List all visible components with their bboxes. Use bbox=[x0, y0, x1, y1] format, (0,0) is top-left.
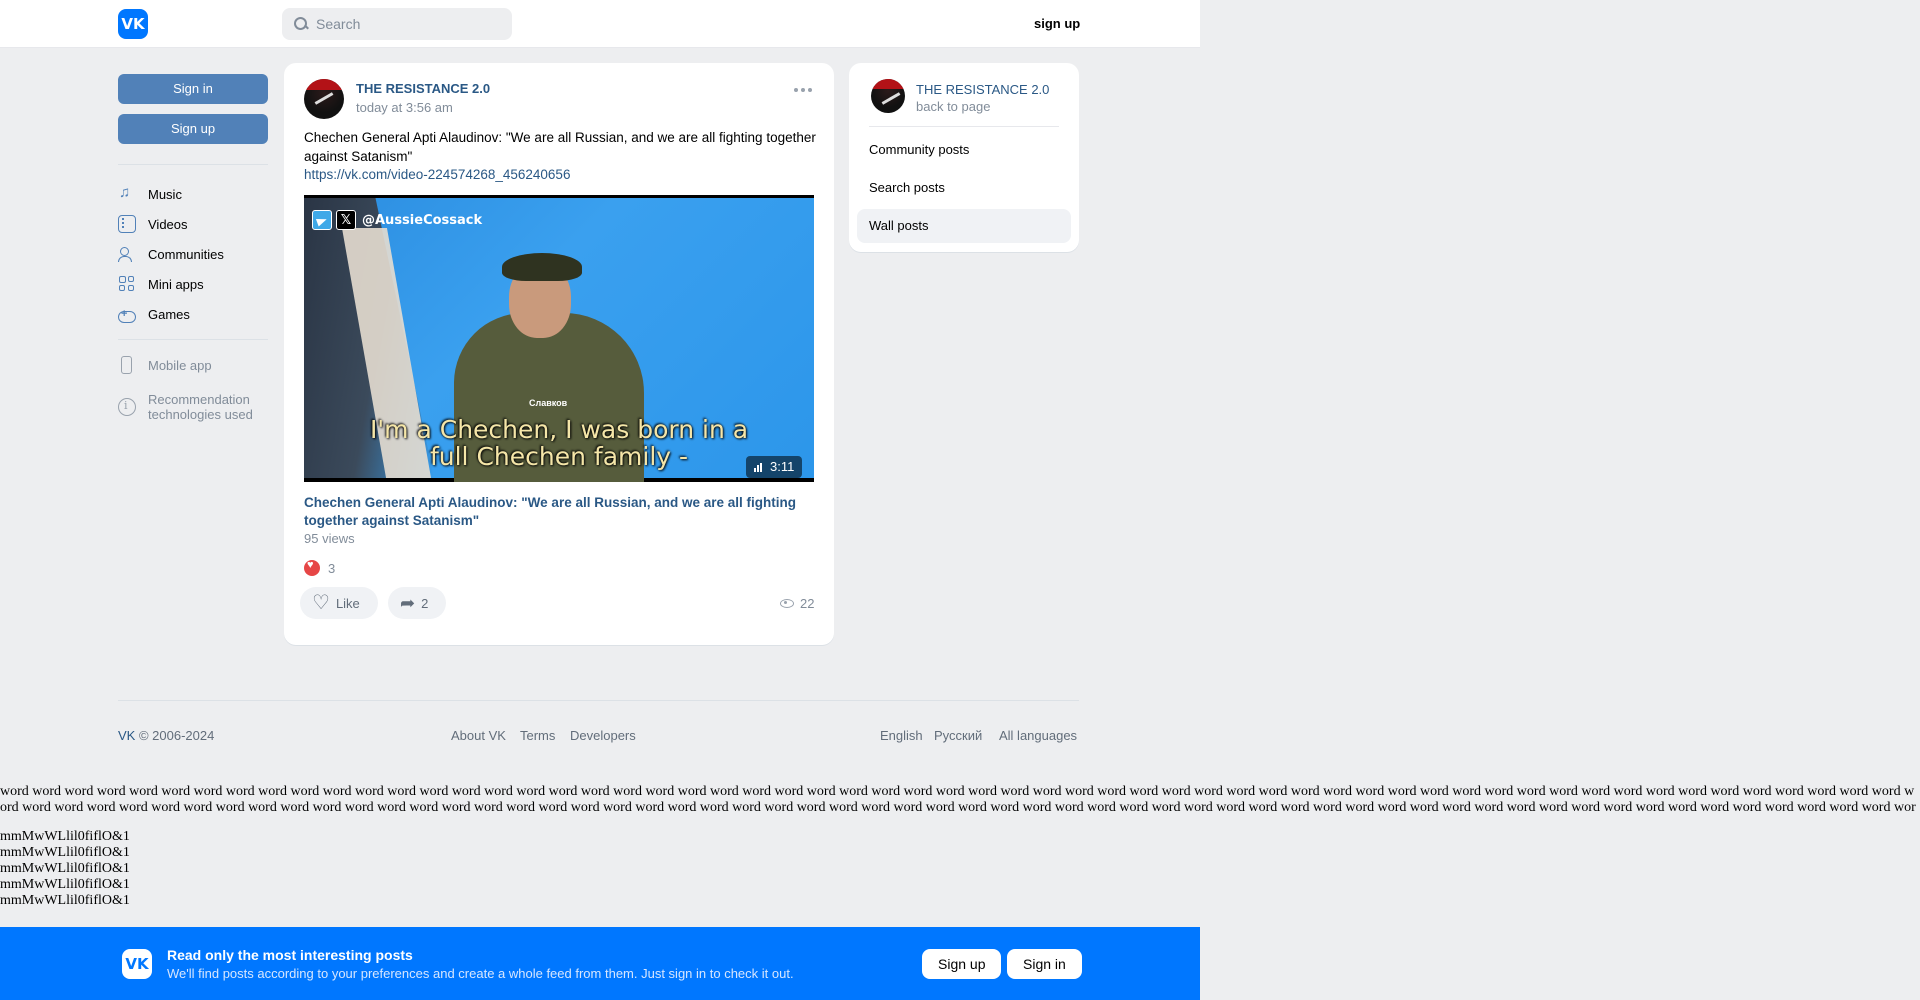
post-author[interactable]: THE RESISTANCE 2.0 bbox=[356, 81, 490, 96]
apps-icon bbox=[118, 275, 136, 293]
footer-vk-link[interactable]: VK bbox=[118, 728, 135, 743]
sidebar-item-label: Games bbox=[148, 306, 190, 322]
sidebar-divider bbox=[118, 339, 268, 340]
telegram-icon bbox=[312, 210, 332, 230]
vk-logo[interactable]: VK bbox=[118, 9, 148, 39]
gamepad-icon bbox=[118, 308, 136, 323]
reco-label: Recommendation technologies used bbox=[148, 392, 253, 422]
reactions-count: 3 bbox=[328, 560, 336, 576]
more-options-icon[interactable] bbox=[794, 88, 812, 94]
post-text: Chechen General Apti Alaudinov: "We are … bbox=[304, 130, 816, 164]
community-avatar[interactable] bbox=[871, 79, 905, 113]
sidebar-item-videos[interactable]: Videos bbox=[118, 209, 268, 239]
sidebar-item-label: Music bbox=[148, 186, 182, 202]
search-input[interactable] bbox=[316, 16, 496, 32]
glyph-line: mmMwWLlil0fiflO&1 bbox=[0, 845, 130, 860]
reactions-summary[interactable]: 3 bbox=[304, 559, 336, 576]
sidebar-item-mobile-app[interactable]: Mobile app bbox=[118, 350, 268, 380]
sign-in-button[interactable]: Sign in bbox=[118, 74, 268, 104]
reco-line-1: Recommendation bbox=[148, 392, 250, 407]
back-to-page-link[interactable]: back to page bbox=[916, 99, 990, 114]
copyright-text: © 2006-2024 bbox=[135, 728, 215, 743]
video-icon bbox=[118, 215, 136, 233]
music-icon bbox=[118, 184, 136, 203]
community-name-link[interactable]: THE RESISTANCE 2.0 bbox=[916, 82, 1049, 97]
footer-copyright: VK © 2006-2024 bbox=[118, 728, 214, 743]
like-button[interactable]: ♡ Like bbox=[300, 587, 378, 619]
glyph-line: mmMwWLlil0fiflO&1 bbox=[0, 861, 130, 876]
video-duration-badge: 3:11 bbox=[746, 456, 803, 478]
heart-outline-icon: ♡ bbox=[312, 592, 330, 614]
panel-divider bbox=[869, 126, 1059, 127]
banner-title: Read only the most interesting posts bbox=[167, 947, 413, 963]
right-panel: THE RESISTANCE 2.0 back to page Communit… bbox=[849, 63, 1079, 252]
menu-item-search-posts[interactable]: Search posts bbox=[857, 171, 1071, 205]
signin-promo-banner: VK Read only the most interesting posts … bbox=[0, 927, 1200, 1000]
video-brand-mark: Славков bbox=[529, 398, 568, 408]
post-link[interactable]: https://vk.com/video-224574268_456240656 bbox=[304, 167, 570, 182]
sidebar-item-label: Mobile app bbox=[148, 357, 212, 373]
banner-subtitle: We'll find posts according to your prefe… bbox=[167, 966, 794, 981]
like-label: Like bbox=[335, 595, 360, 611]
phone-icon bbox=[121, 356, 132, 374]
test-glyph-lines: mmMwWLlil0fiflO&1 mmMwWLlil0fiflO&1 mmMw… bbox=[0, 829, 130, 909]
menu-item-wall-posts[interactable]: Wall posts bbox=[857, 209, 1071, 243]
bars-icon bbox=[754, 462, 762, 472]
sidebar-item-mini-apps[interactable]: Mini apps bbox=[118, 269, 268, 299]
glyph-line: mmMwWLlil0fiflO&1 bbox=[0, 893, 130, 908]
sidebar-item-games[interactable]: Games bbox=[118, 299, 268, 329]
search-icon bbox=[294, 17, 308, 31]
vk-logo: VK bbox=[122, 949, 152, 979]
share-icon: ➦ bbox=[400, 592, 416, 613]
footer-developers-link[interactable]: Developers bbox=[570, 728, 636, 743]
sidebar-item-label: Videos bbox=[148, 216, 188, 232]
share-button[interactable]: ➦ 2 bbox=[388, 587, 446, 619]
x-icon: 𝕏 bbox=[336, 210, 356, 230]
footer-divider bbox=[118, 700, 1079, 701]
banner-signup-button[interactable]: Sign up bbox=[922, 949, 1002, 979]
test-word-text: word word word word word word word word … bbox=[0, 784, 1916, 815]
recommendation-technologies-link[interactable]: Recommendation technologies used bbox=[118, 392, 268, 422]
footer-lang-english[interactable]: English bbox=[880, 728, 923, 743]
video-duration: 3:11 bbox=[770, 459, 795, 474]
menu-item-community-posts[interactable]: Community posts bbox=[857, 133, 1071, 167]
footer-terms-link[interactable]: Terms bbox=[520, 728, 555, 743]
footer-lang-russian[interactable]: Русский bbox=[934, 728, 982, 743]
subtitle-line-1: I'm a Chechen, I was born in a bbox=[369, 415, 749, 444]
left-sidebar: Sign in Sign up Music Videos Communities… bbox=[118, 74, 268, 422]
footer-all-languages[interactable]: All languages bbox=[999, 728, 1077, 743]
share-count: 2 bbox=[421, 595, 429, 611]
views-count: 22 bbox=[800, 596, 815, 611]
sidebar-item-label: Communities bbox=[148, 246, 224, 262]
sidebar-item-label: Mini apps bbox=[148, 276, 204, 292]
video-title[interactable]: Chechen General Apti Alaudinov: "We are … bbox=[304, 494, 804, 530]
search-box[interactable] bbox=[282, 8, 512, 40]
banner-signin-button[interactable]: Sign in bbox=[1007, 949, 1082, 979]
wall-post: THE RESISTANCE 2.0 today at 3:56 am Chec… bbox=[284, 63, 834, 645]
video-watermark: 𝕏 @AussieCossack bbox=[312, 210, 482, 230]
watermark-handle: @AussieCossack bbox=[362, 212, 483, 228]
footer-about-link[interactable]: About VK bbox=[451, 728, 506, 743]
subtitle-line-2: full Chechen family - bbox=[429, 442, 689, 471]
reco-line-2: technologies used bbox=[148, 407, 253, 422]
info-icon bbox=[118, 398, 136, 416]
eye-icon bbox=[780, 599, 794, 608]
heart-reaction-icon bbox=[304, 559, 320, 576]
sidebar-item-music[interactable]: Music bbox=[118, 179, 268, 209]
video-player[interactable]: 𝕏 @AussieCossack Славков I'm a Chechen, … bbox=[304, 195, 814, 482]
video-subtitle: I'm a Chechen, I was born in a full Chec… bbox=[304, 416, 814, 470]
community-avatar[interactable] bbox=[304, 79, 344, 119]
sidebar-item-communities[interactable]: Communities bbox=[118, 239, 268, 269]
sidebar-divider bbox=[118, 164, 268, 165]
glyph-line: mmMwWLlil0fiflO&1 bbox=[0, 829, 130, 844]
post-time[interactable]: today at 3:56 am bbox=[356, 100, 453, 115]
post-views: 22 bbox=[780, 596, 814, 611]
glyph-line: mmMwWLlil0fiflO&1 bbox=[0, 877, 130, 892]
header-signup-link[interactable]: sign up bbox=[1034, 16, 1080, 31]
video-views: 95 views bbox=[304, 531, 355, 546]
top-header: VK sign up bbox=[0, 0, 1200, 48]
sign-up-button[interactable]: Sign up bbox=[118, 114, 268, 144]
video-thumbnail: 𝕏 @AussieCossack Славков I'm a Chechen, … bbox=[304, 198, 814, 482]
users-icon bbox=[118, 245, 136, 263]
